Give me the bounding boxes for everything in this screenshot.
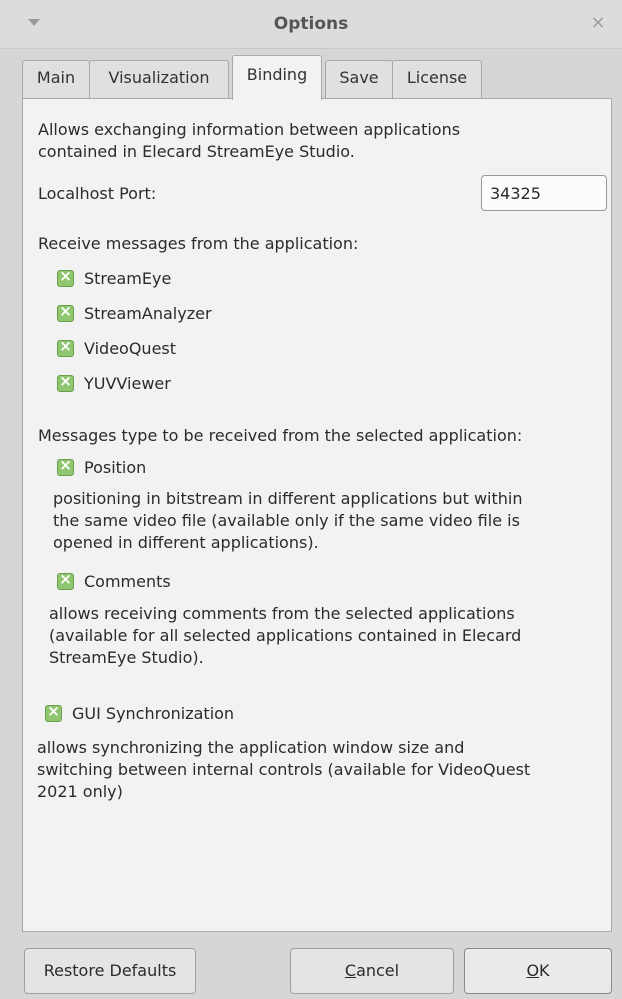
comments-desc-2: (available for all selected applications… [49, 626, 522, 645]
app-checkbox-yuvviewer[interactable]: YUVViewer [57, 372, 171, 396]
app-label: StreamEye [84, 269, 172, 288]
checkbox-icon[interactable] [57, 372, 74, 392]
restore-defaults-button[interactable]: Restore Defaults [24, 948, 196, 994]
checkbox-icon[interactable] [45, 702, 62, 722]
comments-label: Comments [84, 572, 171, 591]
cancel-mnemonic: C [344, 961, 357, 980]
gui-sync-desc-1: allows synchronizing the application win… [37, 738, 465, 757]
position-desc-3: opened in different applications). [53, 533, 319, 552]
position-checkbox[interactable]: Position [57, 456, 147, 480]
position-label: Position [84, 458, 147, 477]
checkbox-icon[interactable] [57, 267, 74, 287]
gui-sync-label: GUI Synchronization [72, 704, 235, 723]
comments-desc-3: StreamEye Studio). [49, 648, 204, 667]
checkbox-icon[interactable] [57, 570, 74, 590]
cancel-button[interactable]: Cancel [290, 948, 454, 994]
gui-sync-desc-3: 2021 only) [37, 782, 123, 801]
app-checkbox-streamanalyzer[interactable]: StreamAnalyzer [57, 302, 212, 326]
ok-button[interactable]: OK [464, 948, 612, 994]
port-input[interactable] [481, 175, 607, 211]
ok-mnemonic: O [526, 961, 540, 980]
app-label: StreamAnalyzer [84, 304, 212, 323]
checkbox-icon[interactable] [57, 337, 74, 357]
checkbox-icon[interactable] [57, 302, 74, 322]
comments-checkbox[interactable]: Comments [57, 570, 171, 594]
app-label: VideoQuest [84, 339, 177, 358]
title-bar: Options × [0, 0, 622, 49]
cancel-label: ancel [356, 961, 400, 980]
ok-label: K [539, 961, 550, 980]
gui-sync-checkbox[interactable]: GUI Synchronization [45, 702, 235, 726]
tab-save[interactable]: Save [325, 60, 393, 98]
app-label: YUVViewer [84, 374, 171, 393]
app-checkbox-videoquest[interactable]: VideoQuest [57, 337, 177, 361]
tab-binding[interactable]: Binding [232, 55, 322, 100]
app-checkbox-streameye[interactable]: StreamEye [57, 267, 172, 291]
position-desc-1: positioning in bitstream in different ap… [53, 489, 523, 508]
close-icon[interactable]: × [588, 12, 608, 33]
msgtype-label: Messages type to be received from the se… [38, 426, 523, 445]
binding-panel: Allows exchanging information between ap… [22, 98, 612, 932]
checkbox-icon[interactable] [57, 456, 74, 476]
intro-text-line-2: contained in Elecard StreamEye Studio. [38, 142, 355, 161]
port-label: Localhost Port: [38, 184, 157, 203]
window-title: Options [273, 14, 349, 34]
tab-visualization[interactable]: Visualization [89, 60, 229, 98]
tab-main[interactable]: Main [22, 60, 90, 98]
tab-license[interactable]: License [392, 60, 482, 98]
comments-desc-1: allows receiving comments from the selec… [49, 604, 515, 623]
intro-text-line-1: Allows exchanging information between ap… [38, 120, 461, 139]
position-desc-2: the same video file (available only if t… [53, 511, 520, 530]
receive-label: Receive messages from the application: [38, 234, 359, 253]
gui-sync-desc-2: switching between internal controls (ava… [37, 760, 531, 779]
